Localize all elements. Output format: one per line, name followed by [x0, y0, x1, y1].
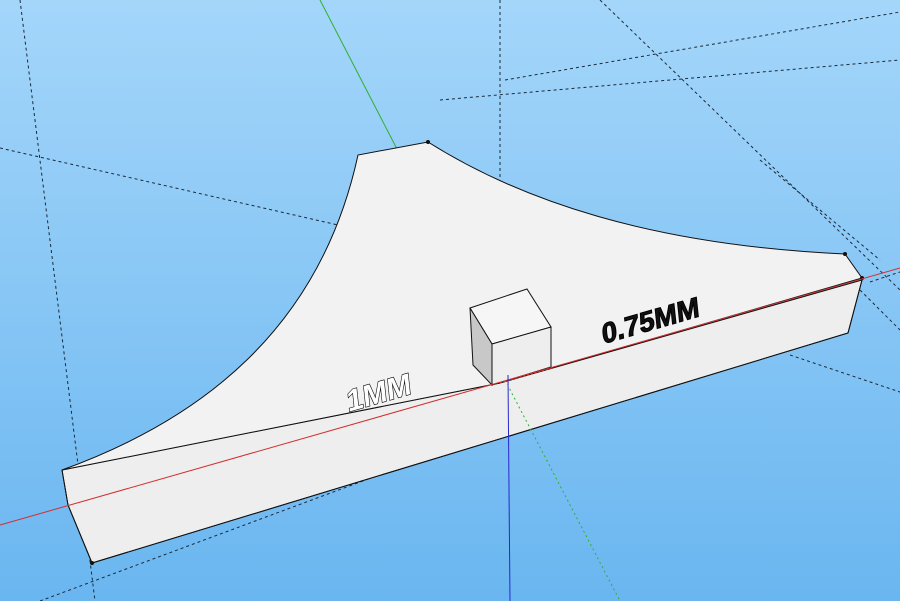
vertex-point[interactable] — [426, 140, 430, 144]
vertex-point[interactable] — [843, 252, 847, 256]
3d-scene[interactable]: 1MM 0.75MM — [0, 0, 900, 601]
vertex-point[interactable] — [90, 561, 94, 565]
modeling-viewport[interactable]: 1MM 0.75MM — [0, 0, 900, 601]
